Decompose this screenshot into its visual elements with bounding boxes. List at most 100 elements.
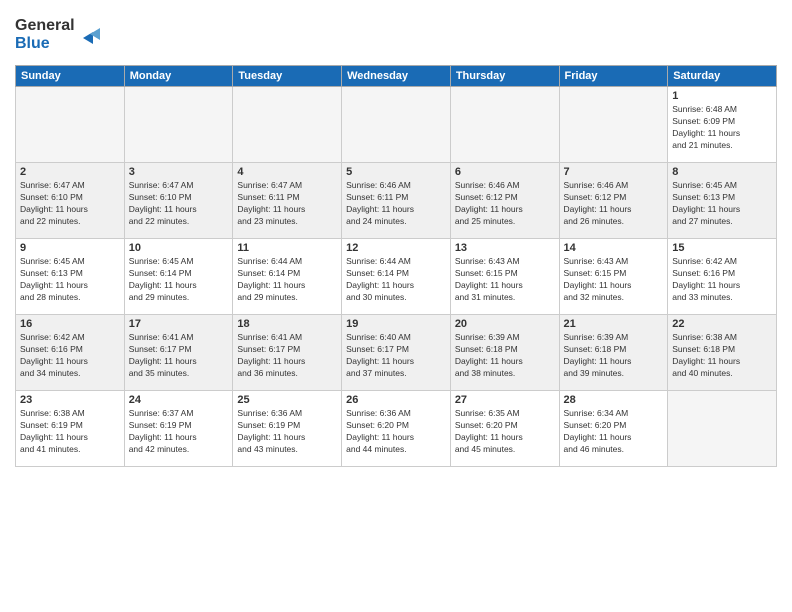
week-row-5: 23Sunrise: 6:38 AM Sunset: 6:19 PM Dayli… xyxy=(16,391,777,467)
day-info: Sunrise: 6:39 AM Sunset: 6:18 PM Dayligh… xyxy=(564,332,664,380)
calendar-cell: 22 Sunrise: 6:38 AM Sunset: 6:18 PM Dayli… xyxy=(668,315,777,391)
day-info: Sunrise: 6:45 AM Sunset: 6:14 PM Dayligh… xyxy=(129,256,229,304)
day-number: 7 xyxy=(564,166,664,178)
calendar-cell: 17 Sunrise: 6:41 AM Sunset: 6:17 PM Dayli… xyxy=(124,315,233,391)
day-info: Sunrise: 6:46 AM Sunset: 6:12 PM Dayligh… xyxy=(455,180,555,228)
day-number: 19 xyxy=(346,318,446,330)
calendar-cell: 11 Sunrise: 6:44 AM Sunset: 6:14 PM Dayli… xyxy=(233,239,342,315)
weekday-header-tuesday: Tuesday xyxy=(233,66,342,87)
day-info: Sunrise: 6:42 AM Sunset: 6:16 PM Dayligh… xyxy=(20,332,120,380)
day-info: Sunrise: 6:34 AM Sunset: 6:20 PM Dayligh… xyxy=(564,408,664,456)
calendar-table: SundayMondayTuesdayWednesdayThursdayFrid… xyxy=(15,65,777,467)
day-number: 13 xyxy=(455,242,555,254)
calendar-cell: 23Sunrise: 6:38 AM Sunset: 6:19 PM Dayli… xyxy=(16,391,125,467)
week-row-2: 2 Sunrise: 6:47 AM Sunset: 6:10 PM Daylig… xyxy=(16,163,777,239)
day-info: Sunrise: 6:36 AM Sunset: 6:19 PM Dayligh… xyxy=(237,408,337,456)
calendar-cell: 10Sunrise: 6:45 AM Sunset: 6:14 PM Dayli… xyxy=(124,239,233,315)
day-info: Sunrise: 6:44 AM Sunset: 6:14 PM Dayligh… xyxy=(346,256,446,304)
day-info: Sunrise: 6:45 AM Sunset: 6:13 PM Dayligh… xyxy=(20,256,120,304)
logo: General Blue xyxy=(15,10,105,59)
calendar-cell: 4 Sunrise: 6:47 AM Sunset: 6:11 PM Daylig… xyxy=(233,163,342,239)
week-row-1: 1 Sunrise: 6:48 AM Sunset: 6:09 PM Daylig… xyxy=(16,87,777,163)
weekday-header-monday: Monday xyxy=(124,66,233,87)
day-number: 5 xyxy=(346,166,446,178)
day-number: 26 xyxy=(346,394,446,406)
day-info: Sunrise: 6:37 AM Sunset: 6:19 PM Dayligh… xyxy=(129,408,229,456)
calendar-cell: 14 Sunrise: 6:43 AM Sunset: 6:15 PM Dayli… xyxy=(559,239,668,315)
day-info: Sunrise: 6:46 AM Sunset: 6:12 PM Dayligh… xyxy=(564,180,664,228)
weekday-header-saturday: Saturday xyxy=(668,66,777,87)
calendar-cell: 18 Sunrise: 6:41 AM Sunset: 6:17 PM Dayli… xyxy=(233,315,342,391)
day-info: Sunrise: 6:36 AM Sunset: 6:20 PM Dayligh… xyxy=(346,408,446,456)
day-info: Sunrise: 6:35 AM Sunset: 6:20 PM Dayligh… xyxy=(455,408,555,456)
day-number: 11 xyxy=(237,242,337,254)
day-number: 18 xyxy=(237,318,337,330)
day-info: Sunrise: 6:43 AM Sunset: 6:15 PM Dayligh… xyxy=(455,256,555,304)
svg-text:General: General xyxy=(15,17,75,34)
day-number: 16 xyxy=(20,318,120,330)
calendar-cell xyxy=(16,87,125,163)
day-number: 21 xyxy=(564,318,664,330)
calendar-cell: 2 Sunrise: 6:47 AM Sunset: 6:10 PM Daylig… xyxy=(16,163,125,239)
svg-text:Blue: Blue xyxy=(15,35,50,52)
day-info: Sunrise: 6:48 AM Sunset: 6:09 PM Dayligh… xyxy=(672,104,772,152)
calendar-cell xyxy=(342,87,451,163)
day-number: 15 xyxy=(672,242,772,254)
day-number: 28 xyxy=(564,394,664,406)
week-row-3: 9 Sunrise: 6:45 AM Sunset: 6:13 PM Daylig… xyxy=(16,239,777,315)
calendar-cell: 3 Sunrise: 6:47 AM Sunset: 6:10 PM Daylig… xyxy=(124,163,233,239)
calendar-cell: 7 Sunrise: 6:46 AM Sunset: 6:12 PM Daylig… xyxy=(559,163,668,239)
day-number: 24 xyxy=(129,394,229,406)
day-number: 22 xyxy=(672,318,772,330)
day-info: Sunrise: 6:42 AM Sunset: 6:16 PM Dayligh… xyxy=(672,256,772,304)
calendar-page: General Blue SundayMondayTuesdayWednesda… xyxy=(0,0,792,612)
day-info: Sunrise: 6:45 AM Sunset: 6:13 PM Dayligh… xyxy=(672,180,772,228)
logo-text: General Blue xyxy=(15,10,105,59)
calendar-cell: 6 Sunrise: 6:46 AM Sunset: 6:12 PM Daylig… xyxy=(450,163,559,239)
day-number: 6 xyxy=(455,166,555,178)
calendar-cell xyxy=(559,87,668,163)
weekday-header-wednesday: Wednesday xyxy=(342,66,451,87)
calendar-cell: 1 Sunrise: 6:48 AM Sunset: 6:09 PM Daylig… xyxy=(668,87,777,163)
day-info: Sunrise: 6:47 AM Sunset: 6:10 PM Dayligh… xyxy=(20,180,120,228)
calendar-cell: 15 Sunrise: 6:42 AM Sunset: 6:16 PM Dayli… xyxy=(668,239,777,315)
weekday-header-sunday: Sunday xyxy=(16,66,125,87)
day-info: Sunrise: 6:41 AM Sunset: 6:17 PM Dayligh… xyxy=(129,332,229,380)
day-number: 14 xyxy=(564,242,664,254)
week-row-4: 16 Sunrise: 6:42 AM Sunset: 6:16 PM Dayli… xyxy=(16,315,777,391)
day-info: Sunrise: 6:40 AM Sunset: 6:17 PM Dayligh… xyxy=(346,332,446,380)
calendar-cell: 21 Sunrise: 6:39 AM Sunset: 6:18 PM Dayli… xyxy=(559,315,668,391)
day-number: 4 xyxy=(237,166,337,178)
calendar-cell: 20Sunrise: 6:39 AM Sunset: 6:18 PM Dayli… xyxy=(450,315,559,391)
day-info: Sunrise: 6:44 AM Sunset: 6:14 PM Dayligh… xyxy=(237,256,337,304)
day-info: Sunrise: 6:43 AM Sunset: 6:15 PM Dayligh… xyxy=(564,256,664,304)
calendar-cell: 9 Sunrise: 6:45 AM Sunset: 6:13 PM Daylig… xyxy=(16,239,125,315)
calendar-cell: 12 Sunrise: 6:44 AM Sunset: 6:14 PM Dayli… xyxy=(342,239,451,315)
day-number: 3 xyxy=(129,166,229,178)
calendar-cell xyxy=(668,391,777,467)
calendar-cell: 24 Sunrise: 6:37 AM Sunset: 6:19 PM Dayli… xyxy=(124,391,233,467)
day-info: Sunrise: 6:38 AM Sunset: 6:19 PM Dayligh… xyxy=(20,408,120,456)
weekday-header-friday: Friday xyxy=(559,66,668,87)
calendar-cell: 5 Sunrise: 6:46 AM Sunset: 6:11 PM Daylig… xyxy=(342,163,451,239)
day-number: 12 xyxy=(346,242,446,254)
day-number: 2 xyxy=(20,166,120,178)
day-info: Sunrise: 6:46 AM Sunset: 6:11 PM Dayligh… xyxy=(346,180,446,228)
day-info: Sunrise: 6:41 AM Sunset: 6:17 PM Dayligh… xyxy=(237,332,337,380)
day-number: 8 xyxy=(672,166,772,178)
day-info: Sunrise: 6:47 AM Sunset: 6:11 PM Dayligh… xyxy=(237,180,337,228)
weekday-header-row: SundayMondayTuesdayWednesdayThursdayFrid… xyxy=(16,66,777,87)
day-number: 17 xyxy=(129,318,229,330)
day-info: Sunrise: 6:38 AM Sunset: 6:18 PM Dayligh… xyxy=(672,332,772,380)
day-info: Sunrise: 6:47 AM Sunset: 6:10 PM Dayligh… xyxy=(129,180,229,228)
day-info: Sunrise: 6:39 AM Sunset: 6:18 PM Dayligh… xyxy=(455,332,555,380)
weekday-header-thursday: Thursday xyxy=(450,66,559,87)
day-number: 1 xyxy=(672,90,772,102)
calendar-cell: 13 Sunrise: 6:43 AM Sunset: 6:15 PM Dayli… xyxy=(450,239,559,315)
calendar-cell: 25Sunrise: 6:36 AM Sunset: 6:19 PM Dayli… xyxy=(233,391,342,467)
day-number: 27 xyxy=(455,394,555,406)
calendar-cell xyxy=(233,87,342,163)
day-number: 9 xyxy=(20,242,120,254)
calendar-cell: 26 Sunrise: 6:36 AM Sunset: 6:20 PM Dayli… xyxy=(342,391,451,467)
calendar-cell: 16 Sunrise: 6:42 AM Sunset: 6:16 PM Dayli… xyxy=(16,315,125,391)
